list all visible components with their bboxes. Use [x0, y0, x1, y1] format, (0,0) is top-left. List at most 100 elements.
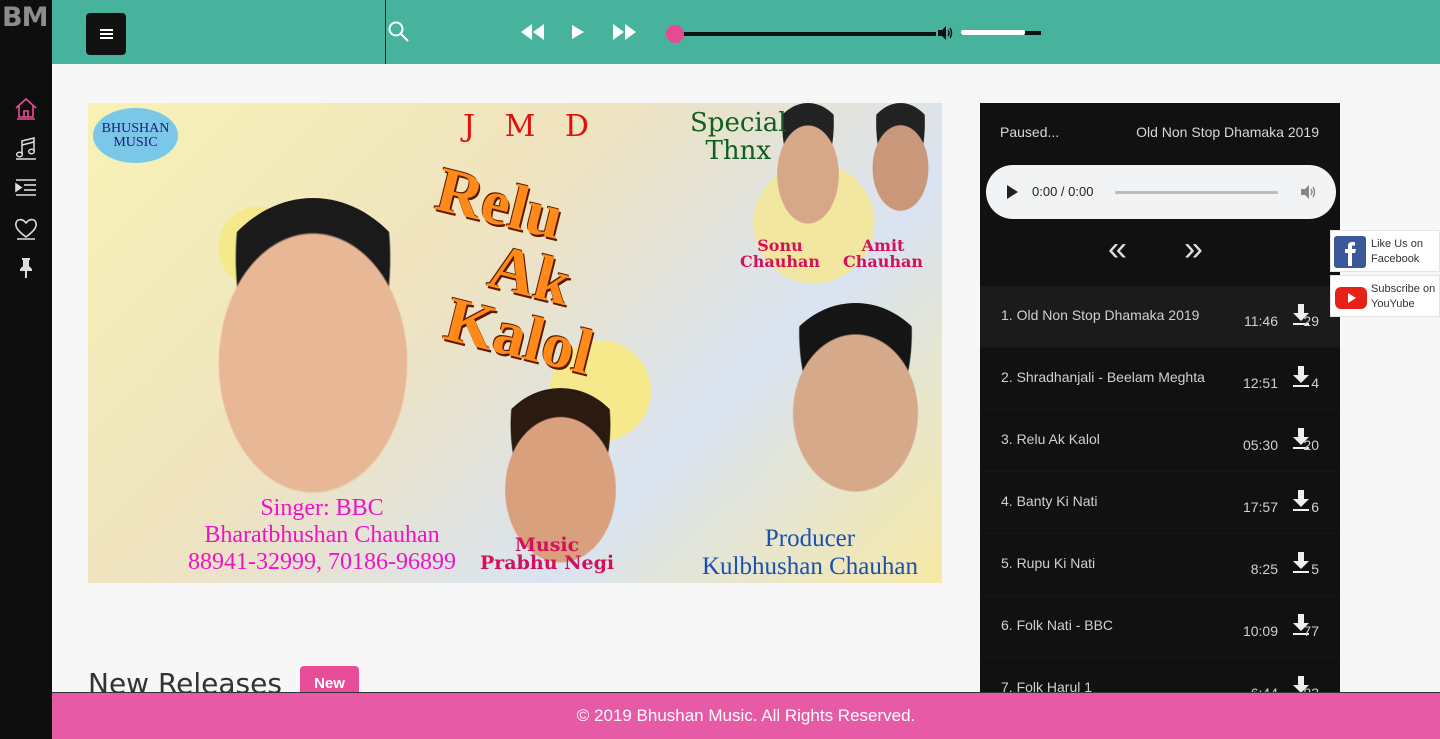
volume-icon[interactable] [936, 24, 954, 42]
artist-photo [858, 103, 942, 233]
track-duration: 8:25 [1250, 561, 1278, 577]
download-count: 6 [1311, 499, 1319, 515]
credit-line: Bharatbhushan Chauhan [204, 522, 440, 548]
menu-icon [99, 33, 113, 35]
previous-track-button[interactable]: « [1108, 230, 1127, 269]
download-icon[interactable] [1292, 366, 1310, 388]
logo-line: MUSIC [113, 134, 158, 150]
credit-line: Prabhu Negi [480, 552, 615, 574]
credit-line: Chauhan [843, 252, 923, 271]
brand-logo[interactable]: BM [0, 2, 52, 38]
rewind-button[interactable] [518, 18, 548, 46]
credit-line: 88941-32999, 70186-96899 [188, 549, 456, 575]
track-title: 6. Folk Nati - BBC [1001, 617, 1114, 633]
audio-time: 0:00 / 0:00 [1032, 184, 1094, 199]
track-title: 7. Folk Harul 1 [1001, 679, 1093, 693]
track-title: 3. Relu Ak Kalol [1001, 431, 1100, 447]
sidebar: BM [0, 0, 52, 739]
music-note-icon [15, 137, 36, 160]
player-panel: Paused... Old Non Stop Dhamaka 2019 0:00… [980, 103, 1340, 693]
progress-knob[interactable] [666, 25, 684, 43]
download-count: 20 [1303, 437, 1319, 453]
credit-music: Music Prabhu Negi [480, 536, 615, 574]
audio-player[interactable]: 0:00 / 0:00 [986, 165, 1336, 219]
track-duration: 11:46 [1244, 313, 1278, 329]
track-item[interactable]: 5. Rupu Ki Nati 8:25 5 [980, 534, 1340, 596]
facebook-like-button[interactable]: Like Us on Facebook [1330, 230, 1440, 272]
track-item[interactable]: 6. Folk Nati - BBC 10:09 77 [980, 596, 1340, 658]
track-title: 4. Banty Ki Nati [1001, 493, 1098, 509]
menu-button[interactable] [86, 13, 126, 55]
sidebar-item-home[interactable] [0, 88, 52, 128]
credit-amit: Amit Chauhan [843, 238, 923, 270]
credit-line: Kulbhushan Chauhan [702, 553, 918, 580]
play-icon [572, 25, 584, 39]
track-duration: 12:51 [1242, 375, 1278, 391]
fast-forward-button[interactable] [609, 18, 639, 46]
pin-icon [20, 258, 32, 278]
progress-track[interactable] [674, 32, 936, 36]
facebook-icon [1334, 236, 1366, 268]
now-playing-title: Old Non Stop Dhamaka 2019 [1136, 124, 1319, 140]
album-banner[interactable]: BHUSHAN MUSIC J M D Special Thnx Relu Ak… [88, 103, 942, 583]
sidebar-item-pinned[interactable] [0, 248, 52, 288]
audio-seek-bar[interactable] [1115, 191, 1278, 194]
track-duration: 05:30 [1242, 437, 1278, 453]
track-title: 2. Shradhanjali - Beelam Meghta [1001, 369, 1205, 385]
download-count: 4 [1311, 375, 1319, 391]
album-title: Relu Ak Kalol [400, 153, 629, 388]
track-item[interactable]: 4. Banty Ki Nati 17:57 6 [980, 472, 1340, 534]
topbar-divider [385, 0, 386, 64]
track-duration: 17:57 [1242, 499, 1278, 515]
download-count: 29 [1303, 313, 1319, 329]
heart-icon [15, 218, 37, 240]
playlist: 1. Old Non Stop Dhamaka 2019 11:46 29 2.… [980, 286, 1340, 693]
credit-singer: Singer: BBC Bharatbhushan Chauhan 88941-… [188, 495, 456, 576]
home-icon [15, 97, 37, 120]
credit-producer: Producer Kulbhushan Chauhan [702, 525, 918, 581]
special-line: Thnx [705, 136, 772, 166]
playlist-icon [15, 179, 36, 196]
facebook-label: Like Us on Facebook [1371, 238, 1423, 265]
play-button[interactable] [563, 18, 593, 46]
copyright-text: © 2019 Bhushan Music. All Rights Reserve… [576, 706, 916, 725]
footer: © 2019 Bhushan Music. All Rights Reserve… [52, 692, 1440, 739]
volume-icon[interactable] [1300, 184, 1318, 200]
fast-forward-icon [613, 24, 636, 40]
bhushan-music-logo: BHUSHAN MUSIC [93, 108, 178, 163]
artist-photo [193, 198, 433, 498]
track-item[interactable]: 1. Old Non Stop Dhamaka 2019 11:46 29 [980, 286, 1340, 348]
side-nav [0, 88, 52, 288]
download-icon[interactable] [1292, 490, 1310, 512]
credit-line: Producer [764, 525, 856, 552]
download-count: 77 [1303, 623, 1319, 639]
track-item[interactable]: 2. Shradhanjali - Beelam Meghta 12:51 4 [980, 348, 1340, 410]
track-duration: 10:09 [1242, 623, 1278, 639]
youtube-label: Subscribe on YouYube [1371, 283, 1436, 310]
sidebar-item-playlist[interactable] [0, 168, 52, 208]
artist-photo [768, 303, 942, 503]
volume-level[interactable] [961, 30, 1025, 35]
track-item[interactable]: 7. Folk Harul 1 6:44 83 [980, 658, 1340, 693]
label-name: J M D [463, 109, 599, 144]
next-track-button[interactable]: » [1184, 230, 1203, 269]
download-count: 5 [1311, 561, 1319, 577]
player-status: Paused... [1000, 124, 1060, 140]
sidebar-item-music[interactable] [0, 128, 52, 168]
rewind-icon [521, 24, 544, 40]
top-bar [52, 0, 1440, 64]
search-icon[interactable] [387, 20, 411, 44]
play-icon[interactable] [1006, 185, 1018, 199]
logo-line: BHUSHAN [101, 120, 170, 136]
credit-sonu: Sonu Chauhan [740, 238, 820, 270]
track-title: 5. Rupu Ki Nati [1001, 555, 1096, 571]
track-item[interactable]: 3. Relu Ak Kalol 05:30 20 [980, 410, 1340, 472]
special-thanks: Special Thnx [690, 109, 787, 165]
track-title: 1. Old Non Stop Dhamaka 2019 [1001, 307, 1200, 323]
credit-line: Chauhan [740, 252, 820, 271]
credit-line: Singer: BBC [260, 495, 384, 521]
sidebar-item-favorites[interactable] [0, 208, 52, 248]
download-icon[interactable] [1292, 552, 1310, 574]
special-line: Special [690, 108, 787, 138]
youtube-subscribe-button[interactable]: Subscribe on YouYube [1330, 275, 1440, 317]
